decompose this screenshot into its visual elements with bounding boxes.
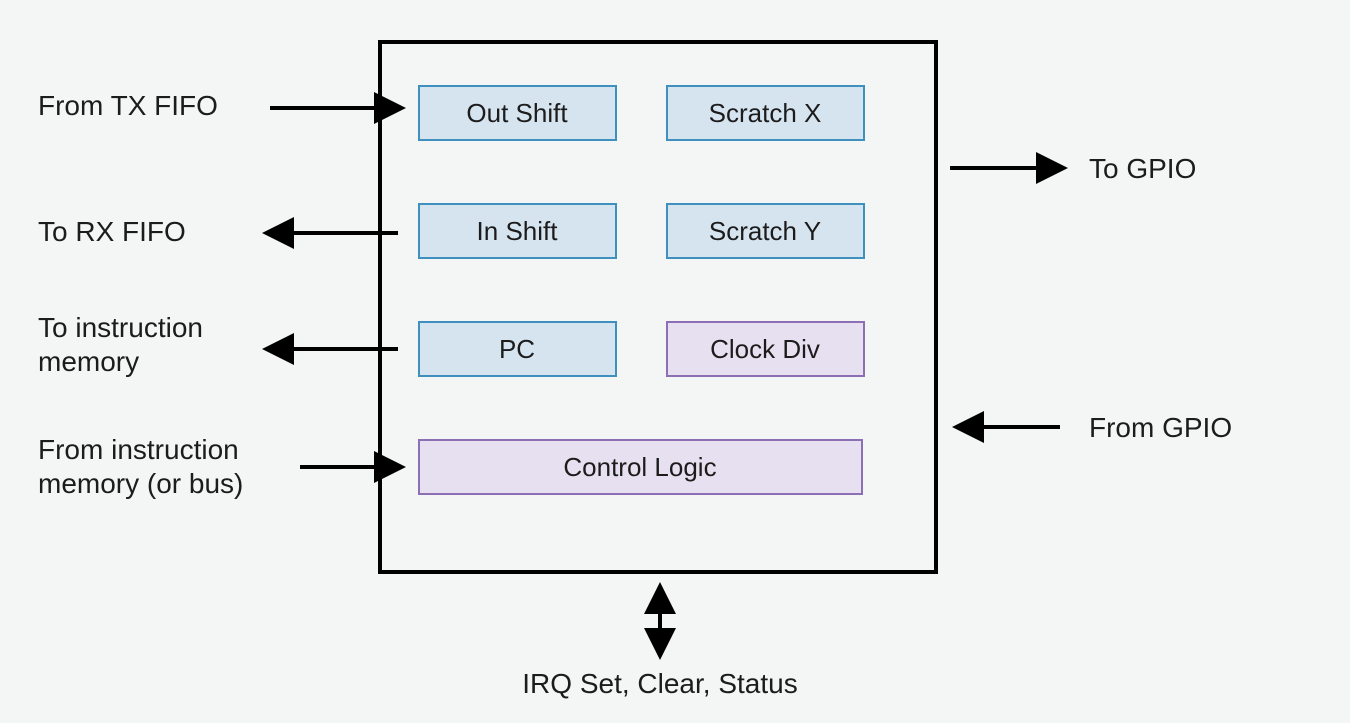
in-shift-box: In Shift bbox=[419, 204, 616, 258]
clock-div-box: Clock Div bbox=[667, 322, 864, 376]
from-instr-mem-label-2: memory (or bus) bbox=[38, 468, 243, 499]
scratch-x-label: Scratch X bbox=[709, 98, 822, 128]
from-gpio-label: From GPIO bbox=[1089, 412, 1232, 443]
from-instr-mem-label-1: From instruction bbox=[38, 434, 239, 465]
rx-fifo-label: To RX FIFO bbox=[38, 216, 186, 247]
block-diagram: Out Shift Scratch X In Shift Scratch Y P… bbox=[0, 0, 1350, 723]
control-logic-box: Control Logic bbox=[419, 440, 862, 494]
irq-label: IRQ Set, Clear, Status bbox=[522, 668, 797, 699]
pc-box: PC bbox=[419, 322, 616, 376]
pc-label: PC bbox=[499, 334, 535, 364]
to-instr-mem-label-1: To instruction bbox=[38, 312, 203, 343]
scratch-y-box: Scratch Y bbox=[667, 204, 864, 258]
to-gpio-label: To GPIO bbox=[1089, 153, 1196, 184]
control-logic-label: Control Logic bbox=[563, 452, 716, 482]
scratch-y-label: Scratch Y bbox=[709, 216, 821, 246]
to-instr-mem-label-2: memory bbox=[38, 346, 139, 377]
out-shift-label: Out Shift bbox=[466, 98, 568, 128]
tx-fifo-label: From TX FIFO bbox=[38, 90, 218, 121]
scratch-x-box: Scratch X bbox=[667, 86, 864, 140]
in-shift-label: In Shift bbox=[477, 216, 559, 246]
out-shift-box: Out Shift bbox=[419, 86, 616, 140]
clock-div-label: Clock Div bbox=[710, 334, 820, 364]
